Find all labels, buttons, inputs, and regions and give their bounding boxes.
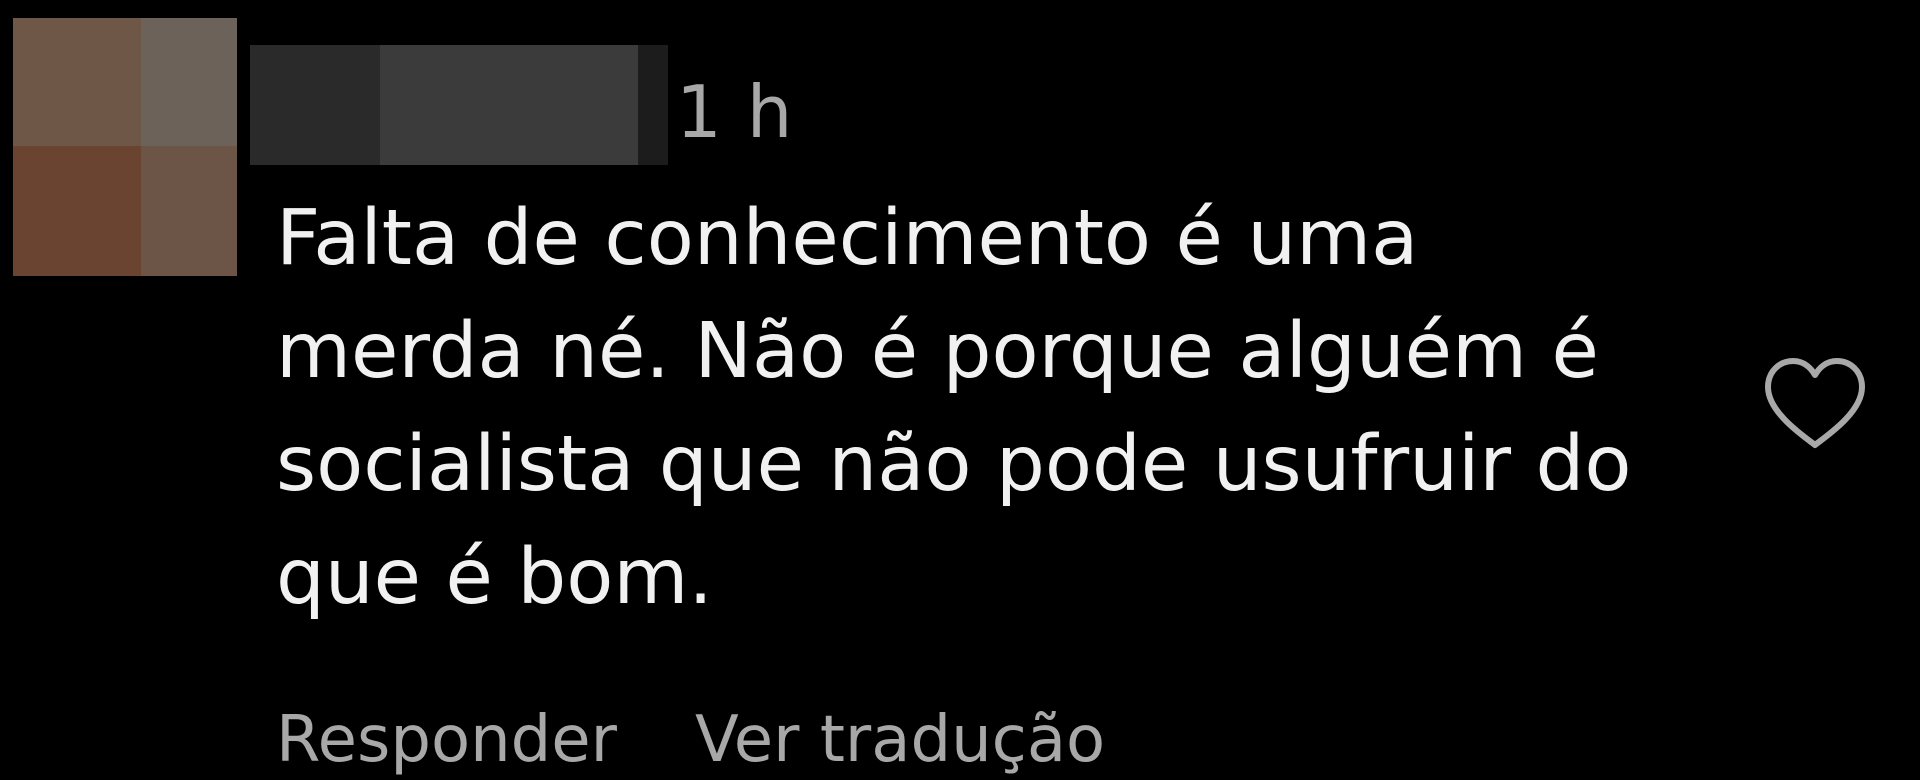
like-button[interactable] bbox=[1760, 355, 1870, 455]
comment-timestamp[interactable]: 1 h bbox=[676, 68, 793, 156]
redaction-block bbox=[250, 45, 380, 165]
redaction-block bbox=[380, 45, 638, 165]
avatar-pixel bbox=[13, 146, 141, 276]
username-redacted[interactable] bbox=[250, 45, 668, 165]
comment-actions: Responder Ver tradução bbox=[276, 700, 1105, 780]
avatar-pixel bbox=[141, 18, 237, 146]
comment-item: 1 h Falta de conhecimento é uma merda né… bbox=[0, 0, 1920, 777]
comment-text: Falta de conhecimento é uma merda né. Nã… bbox=[276, 194, 1632, 622]
avatar-pixel bbox=[141, 146, 237, 276]
avatar-pixel bbox=[13, 18, 141, 146]
translate-button[interactable]: Ver tradução bbox=[695, 700, 1105, 780]
reply-button[interactable]: Responder bbox=[276, 700, 617, 780]
avatar[interactable] bbox=[13, 18, 237, 276]
heart-outline-icon bbox=[1765, 358, 1865, 448]
redaction-block bbox=[638, 45, 668, 165]
